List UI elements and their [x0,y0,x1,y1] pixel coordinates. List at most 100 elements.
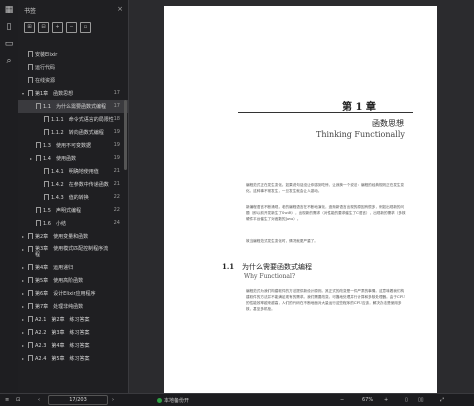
expand-all-icon[interactable]: ⊞ [24,22,35,33]
page-number-input[interactable]: 17/203 [48,395,108,405]
bookmark-icon [28,264,33,270]
bookmark-scrollbar[interactable] [124,100,127,170]
bookmark-item-label: 1.6 小结 [43,221,66,227]
zoom-in-icon[interactable]: + [384,397,388,403]
single-page-icon[interactable]: ▯ [405,397,408,403]
bookmark-icon [28,233,33,239]
bookmark-icon [36,207,41,213]
bookmark-item[interactable]: ▸ 第4章 运用递归 [18,261,128,274]
bookmark-item[interactable]: 运行代码 [18,61,128,74]
chevron-right-icon[interactable]: ▸ [22,330,24,335]
chevron-right-icon[interactable]: ▸ [22,356,24,361]
bookmark-tag-icon[interactable]: ▫ [80,22,91,33]
bookmark-item[interactable]: 1.1.2 转向函数式编程 19 [18,126,128,139]
chapter-title-cn: 函数思想 [372,119,404,128]
bookmark-icon [36,220,41,226]
backup-status[interactable]: 本地备份开 [157,397,189,404]
prev-page-button[interactable]: ‹ [38,397,40,403]
bookmark-item-page: 21 [113,181,120,187]
collapse-all-icon[interactable]: ⊟ [38,22,49,33]
bookmark-item[interactable]: ▾ 第1章 函数思想 17 [18,87,128,100]
bookmark-item[interactable]: ▸ 第5章 使用高阶函数 [18,274,128,287]
bookmark-icon [28,77,33,83]
bookmark-item[interactable]: ▸ 第3章 使用模式匹配控制程序流程 [18,243,128,261]
left-rail: ▦ ▯ ▭ ⌕ [0,0,19,405]
chevron-right-icon[interactable]: ▸ [22,247,24,252]
fit-icon[interactable]: ⊡ [16,397,20,403]
backup-status-label: 本地备份开 [164,398,190,404]
delete-bookmark-icon[interactable]: − [66,22,77,33]
chevron-right-icon[interactable]: ▸ [22,317,24,322]
bookmark-icon [44,194,49,200]
bookmark-item[interactable]: 1.6 小结 24 [18,217,128,230]
bookmark-icon [28,316,33,322]
chevron-right-icon[interactable]: ▸ [22,234,24,239]
chevron-right-icon[interactable]: ▸ [22,343,24,348]
bookmark-item-label: A2.4 第5章 练习答案 [35,356,90,362]
bookmark-item-page: 22 [113,194,120,200]
bookmark-item[interactable]: 1.5 声明式编程 22 [18,204,128,217]
bookmark-icon [44,181,49,187]
bookmark-item[interactable]: 1.4.1 明确地使用值 21 [18,165,128,178]
chevron-down-icon[interactable]: ▾ [22,91,24,96]
bookmark-item-label: 第5章 使用高阶函数 [35,278,84,284]
menu-icon[interactable]: ≡ [5,397,9,403]
chevron-right-icon[interactable]: ▸ [22,265,24,270]
zoom-level[interactable]: 67% [362,397,373,403]
bookmark-item[interactable]: 1.1.1 命令式语言的局限性 18 [18,113,128,126]
search-icon[interactable]: ⌕ [4,56,14,66]
bookmark-item-label: 1.4.3 值的转换 [51,195,89,201]
bookmark-item[interactable]: 在线资源 [18,74,128,87]
bookmark-item-page: 24 [113,220,120,226]
bookmark-item[interactable]: ▸ A2.4 第5章 练习答案 [18,352,128,365]
bookmark-item[interactable]: ▸ A2.3 第4章 练习答案 [18,339,128,352]
close-icon[interactable]: × [117,5,123,13]
bookmark-item-label: A2.1 第2章 练习答案 [35,317,90,323]
section-number: 1.1 [222,262,235,271]
chevron-right-icon[interactable]: ▸ [22,291,24,296]
bookmark-icon [28,90,33,96]
bookmark-item[interactable]: ▸ A2.1 第2章 练习答案 [18,313,128,326]
bookmark-item-label: 1.1.2 转向函数式编程 [51,130,104,136]
zoom-out-icon[interactable]: − [340,397,344,403]
document-viewport[interactable]: 第 1 章 函数思想 Thinking Functionally 编程范式正在发… [129,0,474,393]
bookmark-item-label: 在线资源 [35,78,56,84]
bookmark-item[interactable]: 1.3 使用不可变数据 19 [18,139,128,152]
next-page-button[interactable]: › [112,397,114,403]
bookmark-toolbar: ⊞ ⊟ + − ▫ [18,22,128,36]
bookmark-item[interactable]: ▸ 第7章 处理非纯函数 [18,300,128,313]
paragraph-2: 新编程语言不断涌现，老的编程语言在不断地演化，逐渐新语言出现的原因有很多，例如出… [246,205,406,221]
double-page-icon[interactable]: ▯▯ [418,397,424,403]
paragraph-4: 编程范式为我们构建软件的方法提供新设计原则。其正式的改变是一件严肃的事情。这意味… [246,289,406,311]
bookmark-item-label: 运行代码 [35,65,56,71]
bookmark-item[interactable]: 1.1 为什么需要函数式编程 17 [18,100,128,113]
bookmark-item-label: 第3章 使用模式匹配控制程序流程 [35,246,109,258]
paragraph-3: 故当编程范式发生变化时，情况就更严重了。 [246,239,318,243]
fullscreen-icon[interactable]: ⤢ [440,397,444,403]
bookmark-item[interactable]: ▸ 第6章 设计Elixir应用程序 [18,287,128,300]
bookmark-list: 安装Elixir 运行代码在线资源 ▾ 第1章 函数思想 17 1.1 为什么需要函数式编… [18,48,128,365]
thumbnails-icon[interactable]: ▯ [4,22,14,32]
bookmark-item-label: 1.5 声明式编程 [43,208,81,214]
bookmark-item-label: 1.4 使用函数 [43,156,76,162]
chevron-right-icon[interactable]: ▸ [30,156,32,161]
bookmark-item[interactable]: 1.4.2 在参数中传递函数 21 [18,178,128,191]
bookmark-item[interactable]: ▸ 第2章 使用变量和函数 [18,230,128,243]
bookmark-item[interactable]: ▸ 1.4 使用函数 19 [18,152,128,165]
section-title-en: Why Functional? [244,273,296,280]
bookmark-item[interactable]: 安装Elixir [18,48,128,61]
bookmark-item[interactable]: 1.4.3 值的转换 22 [18,191,128,204]
chevron-right-icon[interactable]: ▸ [22,278,24,283]
bookmark-icon [44,129,49,135]
bookmark-icon [28,246,33,252]
chevron-right-icon[interactable]: ▸ [22,304,24,309]
bookmark-item-label: 安装Elixir [35,52,58,58]
paragraph-1: 编程范式正在发生变化。如果说句话没让你感到吃惊，让我换一个说法：编程的经典规则正… [246,183,405,193]
add-bookmark-icon[interactable]: + [52,22,63,33]
comments-icon[interactable]: ▭ [4,39,14,49]
bookmark-item[interactable]: ▸ A2.2 第3章 练习答案 [18,326,128,339]
bookmark-item-label: 第7章 处理非纯函数 [35,304,84,310]
bookmark-item-page: 19 [113,129,120,135]
bookmark-item-label: 1.4.1 明确地使用值 [51,169,99,175]
bookmarks-icon[interactable]: ▦ [4,5,14,15]
